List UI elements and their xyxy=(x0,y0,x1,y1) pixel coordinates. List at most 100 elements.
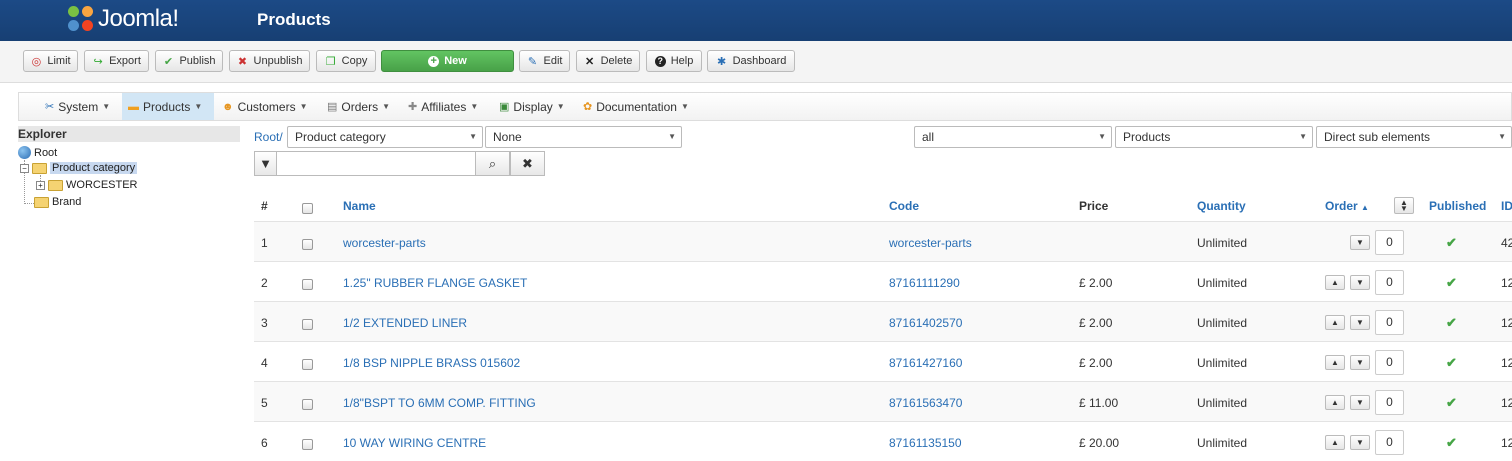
order-input[interactable]: 0 xyxy=(1375,310,1404,335)
dashboard-button[interactable]: ✱ Dashboard xyxy=(707,50,795,72)
row-checkbox[interactable] xyxy=(302,359,313,370)
row-number: 2 xyxy=(261,276,268,290)
copy-button[interactable]: ❐ Copy xyxy=(316,50,376,72)
move-down-icon[interactable]: ▼ xyxy=(1350,275,1370,290)
menu-display[interactable]: ▣ Display ▼ xyxy=(493,93,571,120)
product-code-link[interactable]: worcester-parts xyxy=(889,236,972,250)
new-button[interactable]: + New xyxy=(381,50,514,72)
move-up-icon[interactable]: ▲ xyxy=(1325,275,1345,290)
clear-search-icon[interactable]: ✖ xyxy=(510,151,545,176)
table-row: 6 10 WAY WIRING CENTRE 87161135150 £ 20.00 U… xyxy=(254,421,1512,461)
product-quantity: Unlimited xyxy=(1197,236,1248,250)
tree-node-worcester[interactable]: + WORCESTER xyxy=(36,179,138,191)
product-price: £ 11.00 xyxy=(1079,396,1119,410)
help-button[interactable]: ? Help xyxy=(646,50,702,72)
product-name-link[interactable]: 1/2 EXTENDED LINER xyxy=(343,316,467,330)
unpublish-button[interactable]: ✖ Unpublish xyxy=(229,50,310,72)
category-select[interactable]: Product category ▼ xyxy=(287,126,483,148)
product-code-link[interactable]: 87161111290 xyxy=(889,276,960,290)
product-id: 42 xyxy=(1501,236,1512,250)
menu-affiliates[interactable]: ✚ Affiliates ▼ xyxy=(402,93,484,120)
order-input[interactable]: 0 xyxy=(1375,270,1404,295)
published-check-icon[interactable]: ✔ xyxy=(1446,315,1457,331)
row-checkbox[interactable] xyxy=(302,319,313,330)
move-down-icon[interactable]: ▼ xyxy=(1350,235,1370,250)
product-code-link[interactable]: 87161563470 xyxy=(889,396,962,410)
column-header-number: # xyxy=(261,199,268,213)
order-input[interactable]: 0 xyxy=(1375,390,1404,415)
row-number: 3 xyxy=(261,316,268,330)
order-input[interactable]: 0 xyxy=(1375,430,1404,455)
row-checkbox[interactable] xyxy=(302,439,313,450)
collapse-icon[interactable]: − xyxy=(20,163,29,173)
sub-elements-select[interactable]: Direct sub elements ▼ xyxy=(1316,126,1512,148)
product-code-link[interactable]: 87161427160 xyxy=(889,356,962,370)
row-checkbox[interactable] xyxy=(302,279,313,290)
product-name-link[interactable]: worcester-parts xyxy=(343,236,426,250)
products-type-select[interactable]: Products ▼ xyxy=(1115,126,1313,148)
move-down-icon[interactable]: ▼ xyxy=(1350,395,1370,410)
tree-node-product-category[interactable]: − Product category xyxy=(20,162,138,174)
select-all-checkbox[interactable] xyxy=(302,203,313,214)
folder-icon xyxy=(48,179,63,191)
all-select[interactable]: all ▼ xyxy=(914,126,1112,148)
none-select[interactable]: None ▼ xyxy=(485,126,682,148)
product-name-link[interactable]: 1/8 BSP NIPPLE BRASS 015602 xyxy=(343,356,520,370)
search-input[interactable] xyxy=(276,151,476,176)
column-header-name[interactable]: Name xyxy=(343,199,376,213)
published-check-icon[interactable]: ✔ xyxy=(1446,435,1457,451)
column-header-code[interactable]: Code xyxy=(889,199,919,213)
row-checkbox[interactable] xyxy=(302,239,313,250)
column-header-order[interactable]: Order ▲ xyxy=(1325,199,1369,213)
order-input[interactable]: 0 xyxy=(1375,230,1404,255)
published-check-icon[interactable]: ✔ xyxy=(1446,395,1457,411)
page-title: Products xyxy=(257,10,331,29)
tree-node-root[interactable]: Root xyxy=(18,146,57,159)
joomla-logo[interactable]: Joomla! xyxy=(68,5,179,33)
move-down-icon[interactable]: ▼ xyxy=(1350,315,1370,330)
column-header-published[interactable]: Published xyxy=(1429,199,1486,213)
delete-button[interactable]: ✕ Delete xyxy=(576,50,640,72)
menu-customers[interactable]: ☻ Customers ▼ xyxy=(216,93,314,120)
joomla-logo-icon xyxy=(68,6,94,32)
menu-orders[interactable]: ▤ Orders ▼ xyxy=(321,93,396,120)
edit-button[interactable]: ✎ Edit xyxy=(519,50,570,72)
order-input[interactable]: 0 xyxy=(1375,350,1404,375)
move-up-icon[interactable]: ▲ xyxy=(1325,315,1345,330)
move-up-icon[interactable]: ▲ xyxy=(1325,395,1345,410)
menu-system[interactable]: ✂ System ▼ xyxy=(39,93,116,120)
expand-icon[interactable]: + xyxy=(36,180,45,190)
product-code-link[interactable]: 87161402570 xyxy=(889,316,962,330)
toolbar: ◎ Limit ↪ Export ✔ Publish ✖ Unpublish ❐ Copy… xyxy=(0,41,1512,83)
chevron-down-icon: ▼ xyxy=(469,132,477,141)
chevron-down-icon: ▼ xyxy=(668,132,676,141)
publish-button[interactable]: ✔ Publish xyxy=(155,50,223,72)
filter-icon[interactable]: ▼ xyxy=(254,151,277,176)
product-name-link[interactable]: 1/8"BSPT TO 6MM COMP. FITTING xyxy=(343,396,536,410)
published-check-icon[interactable]: ✔ xyxy=(1446,275,1457,291)
limit-button[interactable]: ◎ Limit xyxy=(23,50,78,72)
globe-icon xyxy=(18,146,31,159)
menu-products[interactable]: ▬ Products ▼ xyxy=(122,93,214,120)
move-up-icon[interactable]: ▲ xyxy=(1325,355,1345,370)
product-quantity: Unlimited xyxy=(1197,276,1248,290)
export-icon: ↪ xyxy=(93,55,103,68)
published-check-icon[interactable]: ✔ xyxy=(1446,355,1457,371)
documentation-icon: ✿ xyxy=(583,101,593,113)
product-name-link[interactable]: 1.25" RUBBER FLANGE GASKET xyxy=(343,276,527,290)
published-check-icon[interactable]: ✔ xyxy=(1446,235,1457,251)
row-checkbox[interactable] xyxy=(302,399,313,410)
column-header-id[interactable]: ID xyxy=(1501,199,1512,213)
customers-icon: ☻ xyxy=(222,100,234,113)
chevron-down-icon: ▼ xyxy=(1299,132,1307,141)
menu-documentation[interactable]: ✿ Documentation ▼ xyxy=(577,93,695,120)
breadcrumb-root[interactable]: Root/ xyxy=(254,130,283,144)
move-down-icon[interactable]: ▼ xyxy=(1350,355,1370,370)
tree-node-brand[interactable]: Brand xyxy=(34,196,81,208)
save-order-button[interactable]: ▲ ▼ xyxy=(1394,197,1414,214)
search-icon[interactable]: ⌕ xyxy=(475,151,510,176)
export-button[interactable]: ↪ Export xyxy=(84,50,149,72)
delete-icon: ✕ xyxy=(584,55,595,68)
column-header-quantity[interactable]: Quantity xyxy=(1197,199,1246,213)
table-row: 3 1/2 EXTENDED LINER 87161402570 £ 2.00 Unli… xyxy=(254,301,1512,341)
